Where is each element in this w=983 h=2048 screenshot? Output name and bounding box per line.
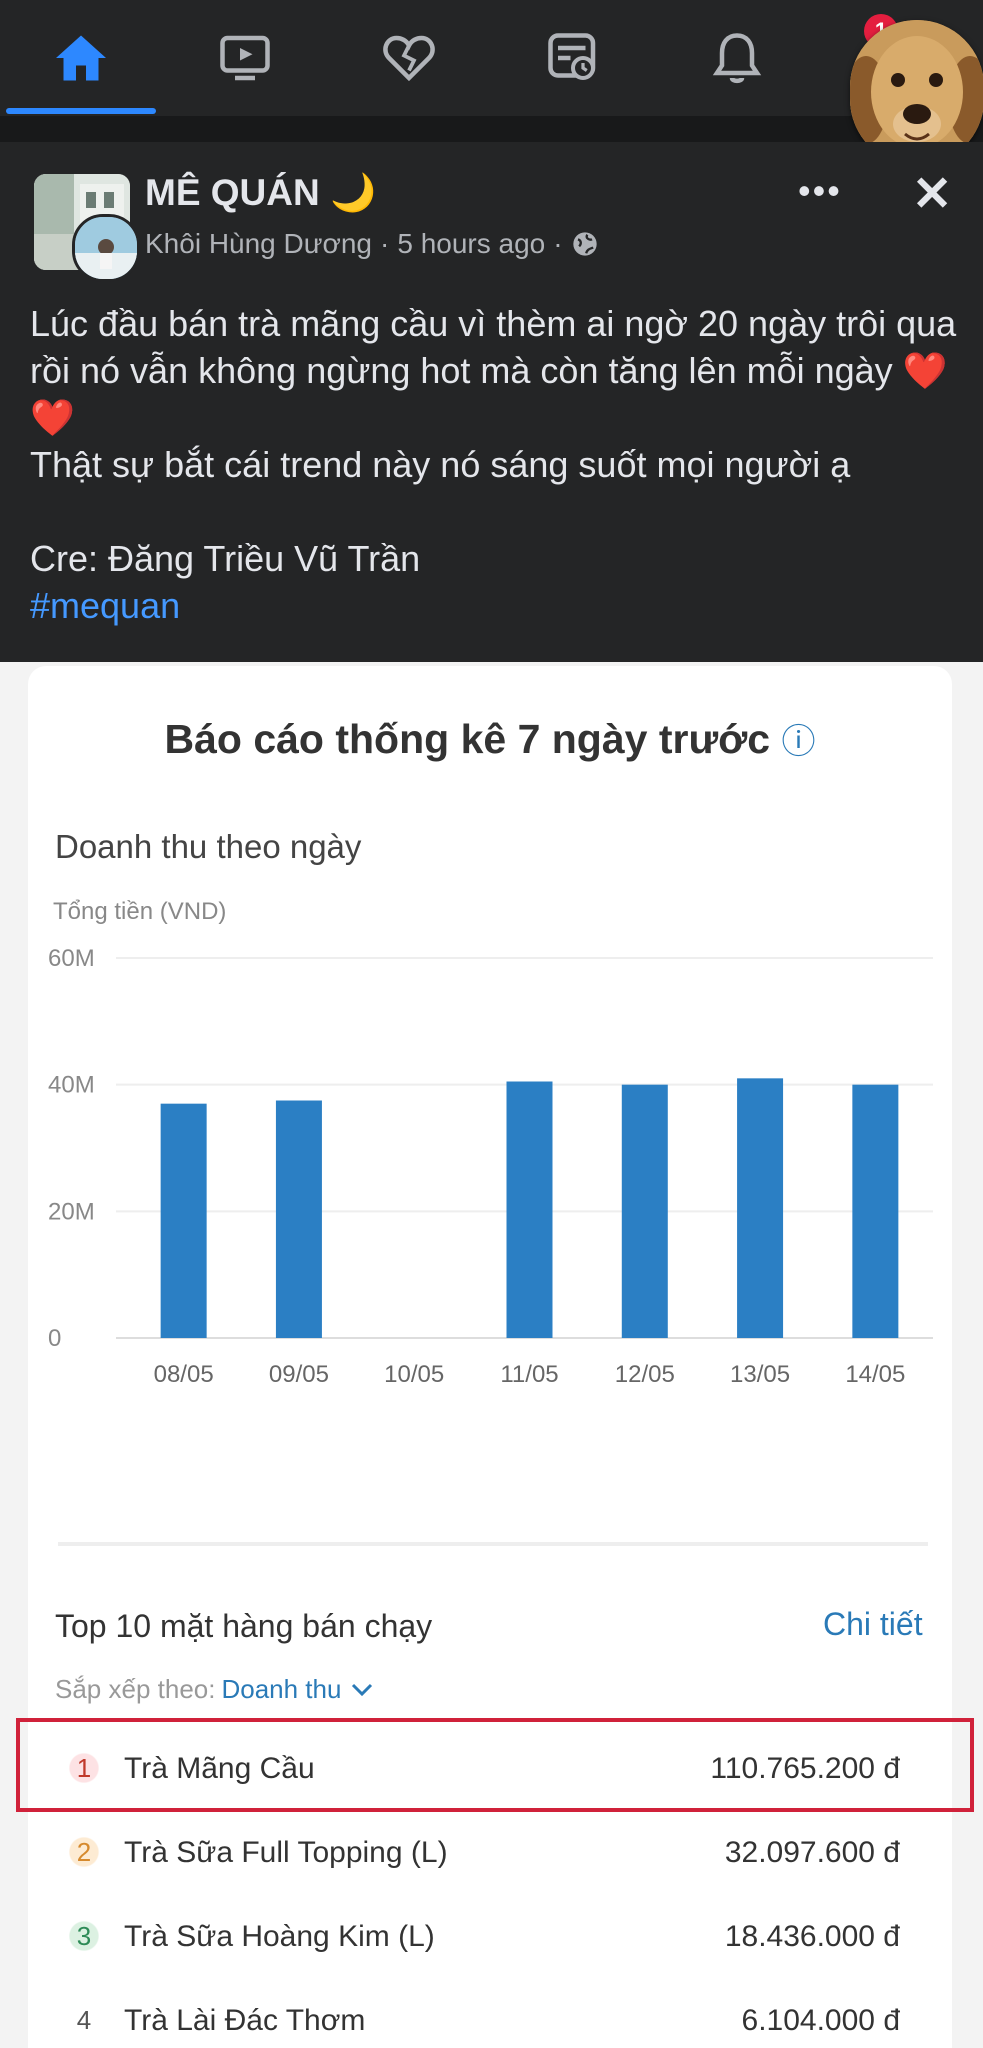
x-tick-label: 12/05 [615, 1361, 675, 1388]
y-tick-label: 40M [48, 1072, 95, 1099]
rank-badge: 1 [66, 1750, 102, 1786]
section-divider [58, 1542, 928, 1546]
video-icon [220, 35, 270, 81]
nav-home[interactable] [6, 0, 156, 116]
top-navigation: 1 [0, 0, 983, 116]
dating-icon [383, 35, 435, 82]
author-photo-icon [75, 217, 137, 279]
nav-notifications[interactable] [662, 0, 812, 116]
home-icon [56, 35, 106, 81]
nav-video[interactable] [170, 0, 320, 116]
meta-separator: · [553, 228, 563, 259]
sort-selector[interactable]: Sắp xếp theo: Doanh thu [55, 1674, 377, 1705]
post-text-line: Thật sự bắt cái trend này nó sáng suốt m… [30, 444, 851, 485]
top-items-title: Top 10 mặt hàng bán chạy [55, 1608, 433, 1644]
post-meta: Khôi Hùng Dương · 5 hours ago · [145, 228, 599, 260]
unit-label: Tổng tiền (VND) [53, 898, 227, 925]
item-value: 32.097.600 đ [724, 1836, 900, 1869]
info-icon: ⓘ [781, 723, 816, 761]
revenue-bar-chart: 0 20M 40M 60M 08/05 09/05 10/05 11/05 12/05 13/05… [48, 945, 933, 1388]
report-title-text: Báo cáo thống kê 7 ngày trước [164, 716, 771, 762]
x-tick-label: 13/05 [730, 1361, 790, 1388]
x-tick-label: 14/05 [845, 1361, 905, 1388]
hashtag-link[interactable]: #mequan [30, 582, 965, 629]
top-item-row[interactable]: 3 Trà Sữa Hoàng Kim (L) 18.436.000 đ [28, 1894, 952, 1978]
y-tick-label: 0 [48, 1325, 61, 1352]
report-card: Báo cáo thống kê 7 ngày trước ⓘ Doanh th… [16, 666, 974, 2048]
y-tick-label: 60M [48, 945, 95, 972]
group-name[interactable]: MÊ QUÁN 🌙 [145, 172, 376, 215]
meta-separator: · [380, 228, 390, 259]
x-tick-label: 09/05 [269, 1361, 329, 1388]
bar [852, 1084, 899, 1338]
post-credit: Cre: Đăng Triều Vũ Trần [30, 538, 421, 579]
rank-badge: 4 [76, 2004, 92, 2035]
report-title: Báo cáo thống kê 7 ngày trước ⓘ [28, 714, 952, 763]
sort-value: Doanh thu [221, 1674, 342, 1704]
post-body: Lúc đầu bán trà mãng cầu vì thèm ai ngờ … [30, 300, 965, 629]
item-name: Trà Sữa Hoàng Kim (L) [124, 1920, 435, 1953]
author-name[interactable]: Khôi Hùng Dương [145, 228, 372, 260]
rank-badge: 3 [66, 1918, 102, 1954]
bar [160, 1103, 207, 1338]
post-photo[interactable]: Báo cáo thống kê 7 ngày trước ⓘ Doanh th… [0, 662, 983, 2048]
bar [506, 1081, 553, 1338]
post-card: MÊ QUÁN 🌙 Khôi Hùng Dương · 5 hours ago … [0, 142, 983, 662]
item-name: Trà Sữa Full Topping (L) [124, 1836, 448, 1869]
globe-icon [572, 232, 597, 256]
x-tick-label: 10/05 [384, 1361, 444, 1388]
post-text-line: Lúc đầu bán trà mãng cầu vì thèm ai ngờ … [30, 303, 957, 438]
x-tick-label: 11/05 [500, 1361, 558, 1388]
top-item-row[interactable]: 4 Trà Lài Đác Thơm 6.104.000 đ [28, 1978, 952, 2048]
top-item-row[interactable]: 2 Trà Sữa Full Topping (L) 32.097.600 đ [28, 1810, 952, 1894]
top-item-row[interactable]: 1 Trà Mãng Cầu 110.765.200 đ [16, 1718, 974, 1812]
more-options-button[interactable]: ••• [798, 170, 842, 212]
item-name: Trà Lài Đác Thơm [124, 2004, 366, 2037]
nav-feeds[interactable] [498, 0, 648, 116]
revenue-subtitle: Doanh thu theo ngày [55, 828, 362, 865]
bar [275, 1100, 322, 1338]
bell-icon [712, 33, 762, 84]
item-value: 18.436.000 đ [724, 1920, 900, 1953]
close-button[interactable]: ✕ [912, 166, 952, 222]
author-avatar[interactable] [72, 214, 140, 282]
y-tick-label: 20M [48, 1198, 95, 1225]
x-tick-label: 08/05 [154, 1361, 214, 1388]
sort-label: Sắp xếp theo: [55, 1674, 216, 1704]
chevron-down-icon [352, 1683, 373, 1696]
feeds-icon [548, 33, 596, 80]
nav-divider [0, 116, 983, 142]
bar [737, 1078, 784, 1338]
item-name: Trà Mãng Cầu [124, 1752, 315, 1785]
post-time[interactable]: 5 hours ago [397, 228, 545, 260]
item-value: 6.104.000 đ [741, 2004, 900, 2037]
nav-dating[interactable] [334, 0, 484, 116]
bar [621, 1084, 668, 1338]
item-value: 110.765.200 đ [710, 1752, 900, 1785]
detail-link[interactable]: Chi tiết [823, 1606, 923, 1643]
rank-badge: 2 [66, 1834, 102, 1870]
active-tab-indicator [6, 108, 156, 114]
